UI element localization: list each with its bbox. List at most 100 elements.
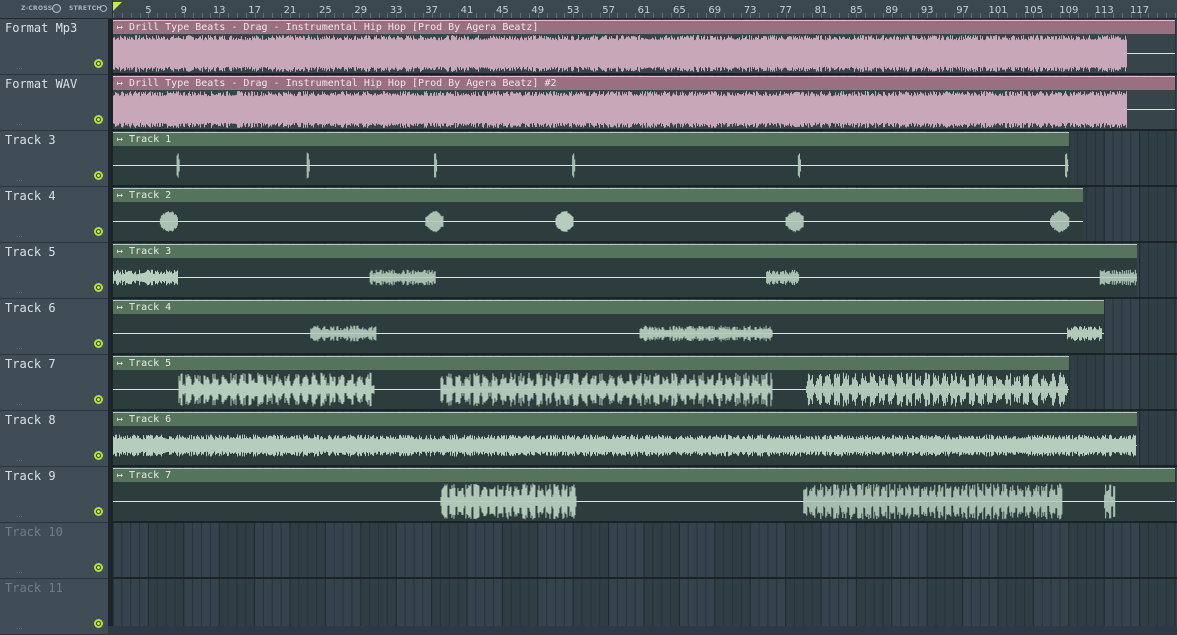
waveform-sample xyxy=(462,437,463,454)
track-options-dots[interactable]: ... xyxy=(16,343,23,351)
waveform-sample xyxy=(383,91,384,128)
track-mute-toggle-icon[interactable] xyxy=(94,451,103,460)
audio-clip[interactable]: ↦ Track 7 xyxy=(113,468,1175,521)
track-header[interactable]: Track 7... xyxy=(0,355,108,411)
stretch-toggle[interactable] xyxy=(100,5,107,12)
track-mute-toggle-icon[interactable] xyxy=(94,171,103,180)
waveform-sample xyxy=(486,96,487,123)
audio-clip[interactable]: ↦ Drill Type Beats - Drag - Instrumental… xyxy=(113,20,1175,73)
track-options-dots[interactable]: ... xyxy=(16,455,23,463)
track-mute-toggle-icon[interactable] xyxy=(94,563,103,572)
track-name[interactable]: Track 5 xyxy=(5,245,56,259)
audio-clip[interactable]: ↦ Drill Type Beats - Drag - Instrumental… xyxy=(113,76,1175,129)
waveform-sample xyxy=(113,38,114,70)
ruler-tick xyxy=(1104,13,1105,18)
playhead-marker-icon[interactable] xyxy=(113,2,122,11)
timeline-ruler[interactable]: 5913172125293337414549535761656973778185… xyxy=(113,0,1177,18)
waveform-sample xyxy=(307,435,308,455)
track-mute-toggle-icon[interactable] xyxy=(94,395,103,404)
waveform-sample xyxy=(714,37,715,69)
track-mute-toggle-icon[interactable] xyxy=(94,339,103,348)
waveform-sample xyxy=(676,377,677,402)
waveform-sample xyxy=(365,92,366,127)
track-name[interactable]: Track 3 xyxy=(5,133,56,147)
waveform-sample xyxy=(1111,35,1112,72)
track-options-dots[interactable]: ... xyxy=(16,399,23,407)
track-options-dots[interactable]: ... xyxy=(16,511,23,519)
track-name[interactable]: Track 9 xyxy=(5,469,56,483)
track-options-dots[interactable]: ... xyxy=(16,623,23,631)
track-header[interactable]: Track 10... xyxy=(0,523,108,579)
track-options-dots[interactable]: ... xyxy=(16,567,23,575)
waveform-sample xyxy=(984,385,985,394)
waveform-sample xyxy=(731,383,732,396)
waveform-sample xyxy=(864,40,865,68)
waveform-sample xyxy=(134,435,135,456)
track-name[interactable]: Track 8 xyxy=(5,413,56,427)
track-options-dots[interactable]: ... xyxy=(16,231,23,239)
track-options-dots[interactable]: ... xyxy=(16,175,23,183)
waveform-sample xyxy=(117,270,118,285)
track-mute-toggle-icon[interactable] xyxy=(94,115,103,124)
track-options-dots[interactable]: ... xyxy=(16,119,23,127)
track-name[interactable]: Format WAV xyxy=(5,77,77,91)
waveform-sample xyxy=(299,92,300,128)
track-options-dots[interactable]: ... xyxy=(16,63,23,71)
waveform-sample xyxy=(1121,274,1122,281)
track-options-dots[interactable]: ... xyxy=(16,287,23,295)
track-mute-toggle-icon[interactable] xyxy=(94,619,103,628)
zcross-toggle[interactable] xyxy=(52,4,61,13)
audio-clip[interactable]: ↦ Track 3 xyxy=(113,244,1137,297)
track-name[interactable]: Track 10 xyxy=(5,525,63,539)
track-name[interactable]: Track 11 xyxy=(5,581,63,595)
audio-clip[interactable]: ↦ Track 2 xyxy=(113,188,1083,241)
waveform-sample xyxy=(479,383,480,395)
track-name[interactable]: Format Mp3 xyxy=(5,21,77,35)
waveform-sample xyxy=(597,384,598,396)
waveform-sample xyxy=(257,435,258,455)
waveform-sample xyxy=(911,40,912,68)
track-mute-toggle-icon[interactable] xyxy=(94,59,103,68)
track-mute-toggle-icon[interactable] xyxy=(94,507,103,516)
track-mute-toggle-icon[interactable] xyxy=(94,227,103,236)
waveform-sample xyxy=(803,92,804,127)
track-header[interactable]: Track 11... xyxy=(0,579,108,635)
track-header[interactable]: Track 8... xyxy=(0,411,108,467)
track-name[interactable]: Track 6 xyxy=(5,301,56,315)
audio-clip[interactable]: ↦ Track 6 xyxy=(113,412,1137,465)
waveform-sample xyxy=(466,489,467,514)
waveform-sample xyxy=(952,93,953,125)
waveform-sample xyxy=(886,37,887,69)
waveform-sample xyxy=(363,385,364,394)
track-header[interactable]: Track 6... xyxy=(0,299,108,355)
track-header[interactable]: Track 5... xyxy=(0,243,108,299)
track-mute-toggle-icon[interactable] xyxy=(94,283,103,292)
waveform-sample xyxy=(705,40,706,68)
waveform-sample xyxy=(980,35,981,71)
track-name[interactable]: Track 7 xyxy=(5,357,56,371)
track-header[interactable]: Format Mp3... xyxy=(0,19,108,75)
audio-clip[interactable]: ↦ Track 5 xyxy=(113,356,1069,409)
track-header[interactable]: Track 3... xyxy=(0,131,108,187)
track-header[interactable]: Track 9... xyxy=(0,467,108,523)
track-header[interactable]: Track 4... xyxy=(0,187,108,243)
waveform-sample xyxy=(169,40,170,67)
waveform-sample xyxy=(283,386,284,393)
audio-clip[interactable]: ↦ Track 4 xyxy=(113,300,1104,353)
waveform-sample xyxy=(1057,212,1058,231)
waveform-sample xyxy=(767,384,768,394)
waveform-sample xyxy=(404,438,405,454)
playlist-grid[interactable]: ↦ Drill Type Beats - Drag - Instrumental… xyxy=(113,19,1177,626)
waveform-sample xyxy=(760,386,761,393)
waveform-sample xyxy=(901,39,902,67)
waveform-sample xyxy=(256,438,257,452)
waveform-sample xyxy=(536,374,537,406)
waveform-sample xyxy=(909,95,910,124)
waveform-sample xyxy=(912,435,913,455)
track-header[interactable]: Format WAV... xyxy=(0,75,108,131)
track-name[interactable]: Track 4 xyxy=(5,189,56,203)
waveform-sample xyxy=(775,95,776,124)
waveform-sample xyxy=(511,91,512,127)
waveform-sample xyxy=(855,439,856,452)
audio-clip[interactable]: ↦ Track 1 xyxy=(113,132,1069,185)
